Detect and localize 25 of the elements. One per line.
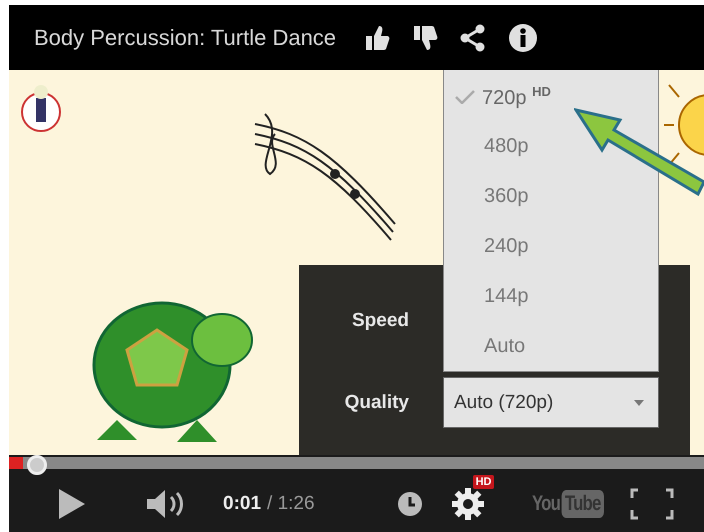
share-icon[interactable]	[460, 24, 486, 52]
video-title: Body Percussion: Turtle Dance	[34, 24, 336, 50]
progress-thumb[interactable]	[26, 455, 47, 475]
quality-option[interactable]: 720p $^{HD}$	[444, 72, 658, 122]
quality-option[interactable]: Auto	[444, 321, 658, 371]
duration: / 1:26	[267, 492, 315, 514]
quality-option[interactable]: 240p	[444, 221, 658, 272]
check-icon	[454, 90, 476, 104]
quality-label: Quality	[344, 390, 410, 414]
quality-option[interactable]: 360p	[444, 172, 658, 222]
caret-icon	[634, 400, 644, 406]
hd-badge: HD	[472, 474, 494, 488]
quality-select[interactable]: Auto (720p)	[443, 377, 659, 428]
thumbs-down-icon[interactable]	[412, 24, 438, 52]
quality-option[interactable]: 480p	[444, 122, 658, 172]
progress-bar[interactable]	[9, 455, 704, 475]
fullscreen-icon[interactable]	[630, 488, 674, 520]
clock-icon[interactable]	[396, 490, 423, 516]
play-icon[interactable]	[57, 488, 87, 520]
current-time: 0:01	[223, 492, 262, 514]
settings-icon[interactable]	[450, 486, 485, 520]
thumbs-up-icon[interactable]	[364, 24, 390, 52]
speed-label: Speed	[350, 309, 410, 333]
quality-option[interactable]: 144p	[444, 271, 658, 322]
info-icon[interactable]	[508, 22, 538, 52]
